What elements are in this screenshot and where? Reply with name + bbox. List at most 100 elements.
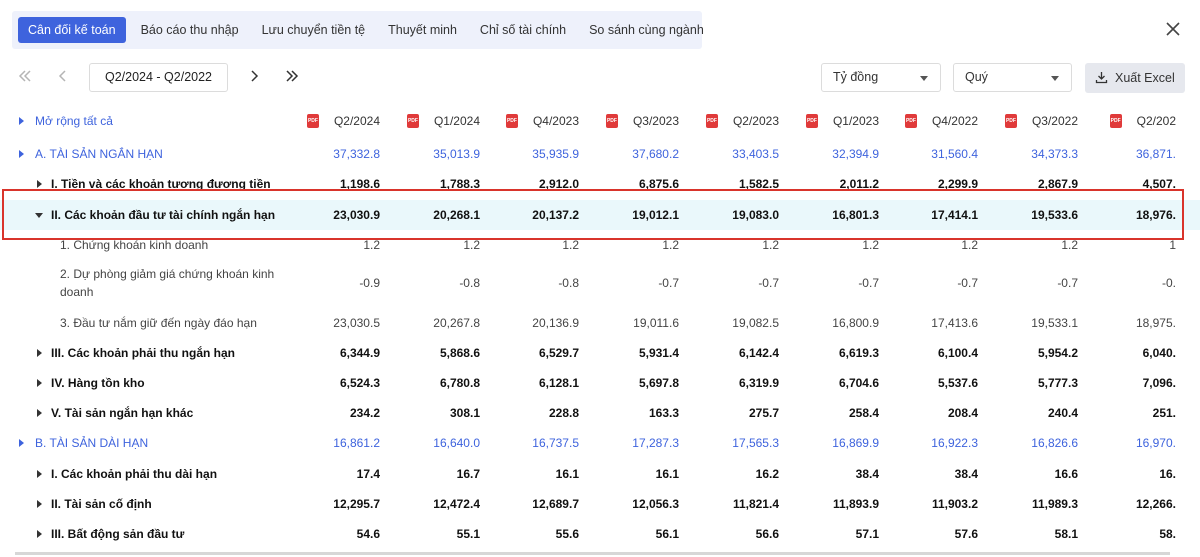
row-value-cell: 17,413.6	[931, 316, 978, 330]
expand-caret-icon[interactable]	[19, 150, 24, 158]
table-row[interactable]: II. Tài sản cố định 12,295.7 12,472.4 12,68…	[0, 489, 1200, 519]
table-row[interactable]: III. Các khoản phải thu ngắn hạn 6,344.9 5…	[0, 338, 1200, 368]
row-value-cell: -0.9	[359, 275, 380, 290]
row-value-cell: 6,100.4	[937, 346, 978, 360]
unit-select[interactable]: Tỷ đồng	[821, 63, 941, 92]
horizontal-scrollbar[interactable]	[15, 552, 1170, 555]
tab-financial-ratios[interactable]: Chỉ số tài chính	[472, 17, 574, 43]
row-value-cell: 12,266.	[1135, 497, 1176, 511]
row-value-cell: 7,096.	[1142, 376, 1176, 390]
row-value-cell: 37,680.2	[632, 147, 679, 161]
expand-caret-icon[interactable]	[37, 409, 42, 417]
tab-balance-sheet[interactable]: Cân đối kế toán	[18, 17, 126, 43]
row-value-cell: 35,013.9	[433, 147, 480, 161]
expand-all-caret-icon[interactable]	[19, 117, 24, 125]
row-value-cell: 5,954.2	[1037, 346, 1078, 360]
expand-caret-icon[interactable]	[37, 500, 42, 508]
row-value-cell: 16,861.2	[333, 436, 380, 450]
row-value-cell: 5,931.4	[638, 346, 679, 360]
expand-caret-icon[interactable]	[37, 530, 42, 538]
row-label: B. TÀI SẢN DÀI HẠN	[35, 436, 149, 450]
row-value-cell: 38.4	[855, 467, 879, 481]
expand-caret-icon[interactable]	[19, 439, 24, 447]
table-row[interactable]: A. TÀI SẢN NGẮN HẠN 37,332.8 35,013.9 35,93…	[0, 139, 1200, 169]
pdf-icon[interactable]: PDF	[705, 114, 718, 128]
chevron-down-icon	[920, 76, 928, 81]
row-value-cell: 34,373.3	[1031, 147, 1078, 161]
table-row[interactable]: IV. Hàng tồn kho 6,524.3 6,780.8 6,128.1 5,6…	[0, 368, 1200, 398]
chevron-down-icon	[1051, 76, 1059, 81]
table-row[interactable]: I. Các khoản phải thu dài hạn 17.4 16.7 16.…	[0, 459, 1200, 489]
expand-all-link[interactable]: Mở rộng tất cả	[35, 106, 113, 136]
period-type-select[interactable]: Quý	[953, 63, 1072, 92]
row-value-cell: 5,537.6	[937, 376, 978, 390]
pdf-icon[interactable]: PDF	[406, 114, 419, 128]
tab-notes[interactable]: Thuyết minh	[380, 17, 465, 43]
row-value-cell: -0.7	[957, 275, 978, 290]
row-value-cell: -0.8	[459, 275, 480, 290]
row-value-cell: 17,565.3	[732, 436, 779, 450]
expand-caret-icon[interactable]	[37, 379, 42, 387]
row-value-cell: 6,619.3	[838, 346, 879, 360]
pdf-icon[interactable]: PDF	[1004, 114, 1017, 128]
row-value-cell: 19,011.6	[633, 316, 679, 330]
expand-caret-icon[interactable]	[37, 349, 42, 357]
row-value-cell: 16.7	[456, 467, 480, 481]
chevron-left-icon[interactable]	[55, 68, 71, 84]
row-value-cell: 32,394.9	[832, 147, 879, 161]
tab-income-statement[interactable]: Báo cáo thu nhập	[133, 17, 247, 43]
row-value-cell: 57.1	[855, 527, 879, 541]
pdf-icon[interactable]: PDF	[805, 114, 818, 128]
column-header-q1-2024: PDF Q1/2024	[406, 114, 480, 128]
pdf-icon[interactable]: PDF	[505, 114, 518, 128]
column-header-q2-2023: PDF Q2/2023	[705, 114, 779, 128]
table-row[interactable]: III. Bất động sản đầu tư 54.6 55.1 55.6 56.1…	[0, 519, 1200, 549]
row-label: I. Các khoản phải thu dài hạn	[51, 467, 218, 481]
pdf-icon[interactable]: PDF	[904, 114, 917, 128]
row-value-cell: 16.2	[755, 467, 779, 481]
table-row[interactable]: V. Tài sản ngắn hạn khác 234.2 308.1 228.8 1…	[0, 398, 1200, 428]
export-excel-label: Xuất Excel	[1115, 71, 1175, 85]
row-value-cell: -0.8	[558, 275, 579, 290]
row-value-cell: 17.4	[356, 467, 380, 481]
table-row[interactable]: B. TÀI SẢN DÀI HẠN 16,861.2 16,640.0 16,737…	[0, 428, 1200, 458]
period-range-picker[interactable]: Q2/2024 - Q2/2022	[89, 63, 228, 92]
row-value-cell: 240.4	[1047, 406, 1078, 420]
chevron-right-icon[interactable]	[246, 68, 262, 84]
export-excel-button[interactable]: Xuất Excel	[1085, 63, 1185, 93]
row-value-cell: -0.7	[858, 275, 879, 290]
row-label: II. Tài sản cố định	[51, 497, 152, 511]
row-value-cell: 23,030.5	[333, 316, 380, 330]
close-icon[interactable]	[1166, 22, 1180, 36]
double-chevron-left-icon[interactable]	[17, 68, 33, 84]
row-value-cell: -0.	[1161, 275, 1176, 290]
row-value-cell: 6,319.9	[738, 376, 779, 390]
row-value-cell: 11,893.9	[832, 497, 879, 511]
row-value-cell: 5,777.3	[1037, 376, 1078, 390]
row-label: III. Bất động sản đầu tư	[51, 527, 185, 541]
row-value-cell: -0.7	[758, 275, 779, 290]
tab-cash-flow[interactable]: Lưu chuyển tiền tệ	[254, 17, 374, 43]
pdf-icon[interactable]: PDF	[306, 114, 319, 128]
row-value-cell: 251.	[1152, 406, 1176, 420]
row-value-cell: 16,970.	[1135, 436, 1176, 450]
expand-caret-icon[interactable]	[37, 470, 42, 478]
expand-caret-icon[interactable]	[37, 180, 42, 188]
row-value-cell: 6,344.9	[339, 346, 380, 360]
row-value-cell: 11,821.4	[732, 497, 779, 511]
column-header-q3-2023: PDF Q3/2023	[605, 114, 679, 128]
row-value-cell: 275.7	[748, 406, 779, 420]
double-chevron-right-icon[interactable]	[284, 68, 300, 84]
tab-industry-comparison[interactable]: So sánh cùng ngành	[581, 17, 712, 43]
row-value-cell: 37,332.8	[333, 147, 380, 161]
row-value-cell: -0.7	[1057, 275, 1078, 290]
row-value-cell: 19,082.5	[732, 316, 779, 330]
column-header-q2-2024: PDF Q2/2024	[306, 114, 380, 128]
row-label: 3. Đầu tư nắm giữ đến ngày đáo hạn	[60, 316, 257, 330]
pdf-icon[interactable]: PDF	[1109, 114, 1122, 128]
row-value-cell: 6,780.8	[439, 376, 480, 390]
table-header-row: Mở rộng tất cả PDF Q2/2024 PDF Q1/2024 PDF…	[0, 106, 1200, 136]
row-label: IV. Hàng tồn kho	[51, 376, 145, 390]
row-value-cell: 55.1	[456, 527, 480, 541]
pdf-icon[interactable]: PDF	[605, 114, 618, 128]
